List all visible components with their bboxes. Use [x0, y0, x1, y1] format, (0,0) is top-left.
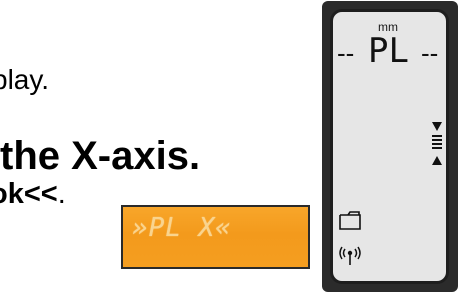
instruction-line-display: play. [0, 64, 50, 95]
level-arrows-icon [432, 122, 442, 165]
lcd-display-text: »PL X« [132, 213, 232, 243]
device-frame: mm -- PL -- [322, 1, 458, 292]
ok-line-period: . [57, 178, 66, 210]
manual-page: play. the X-axis. ok<<. »PL X« mm -- PL … [0, 0, 458, 292]
instruction-line-x-axis: the X-axis. [0, 134, 201, 178]
mode-label: PL [368, 31, 409, 71]
ok-key-label: ok<< [0, 178, 58, 210]
device-screen: mm -- PL -- [330, 9, 449, 284]
left-dash-indicator: -- [337, 38, 355, 68]
lcd-display: »PL X« [121, 205, 310, 269]
instruction-line-ok: ok<<. [0, 180, 66, 209]
wireless-signal-icon [339, 246, 361, 265]
folder-icon [339, 211, 361, 230]
right-dash-indicator: -- [421, 38, 439, 68]
